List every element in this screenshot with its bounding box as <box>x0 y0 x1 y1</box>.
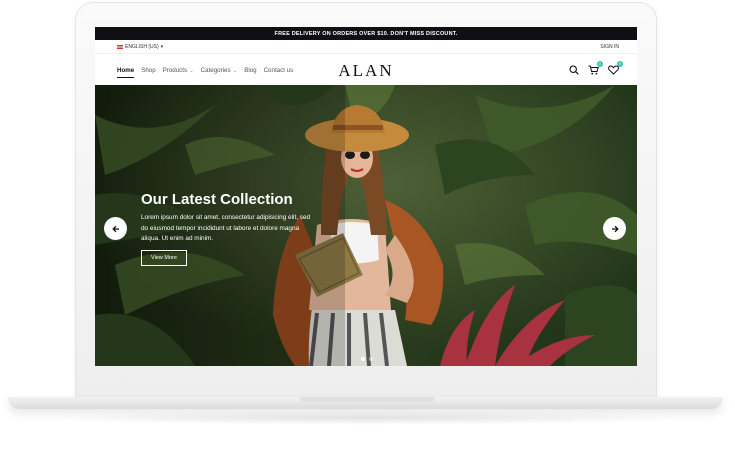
sign-in-link[interactable]: SIGN IN <box>600 44 619 50</box>
hero-description: Lorem ipsum dolor sit amet, consectetur … <box>141 214 311 242</box>
nav-products-label: Products <box>162 66 188 74</box>
laptop-shadow <box>40 411 695 425</box>
main-navbar: Home Shop Products ⌄ Categories ⌄ Blog C… <box>95 54 637 86</box>
search-icon[interactable] <box>568 65 579 76</box>
promo-text: FREE DELIVERY ON ORDERS OVER $10. DON'T … <box>274 30 458 37</box>
slider-dot[interactable] <box>369 357 373 361</box>
view-more-button[interactable]: View More <box>141 250 187 266</box>
slider-dots <box>361 357 373 361</box>
language-selector[interactable]: ENGLISH (US) ▾ <box>117 44 163 50</box>
nav-home[interactable]: Home <box>117 67 135 78</box>
nav-blog[interactable]: Blog <box>244 67 256 74</box>
slider-prev-button[interactable] <box>104 217 127 240</box>
nav-products[interactable]: Products ⌄ <box>163 67 194 74</box>
laptop-notch <box>300 397 435 402</box>
nav-categories-label: Categories <box>200 66 231 74</box>
nav-contact[interactable]: Contact us <box>264 67 294 74</box>
hero-slider: Our Latest Collection Lorem ipsum dolor … <box>95 85 637 366</box>
laptop-screen: FREE DELIVERY ON ORDERS OVER $10. DON'T … <box>95 27 637 366</box>
chevron-down-icon: ⌄ <box>188 67 194 74</box>
slider-next-button[interactable] <box>603 217 626 240</box>
top-bar: ENGLISH (US) ▾ SIGN IN <box>95 40 637 54</box>
site-logo[interactable]: ALAN <box>338 61 393 81</box>
slider-dot[interactable] <box>361 357 365 361</box>
flag-icon <box>117 44 123 49</box>
wishlist-count-badge: 0 <box>617 60 623 67</box>
chevron-down-icon: ⌄ <box>231 67 238 74</box>
arrow-left-icon <box>111 225 119 232</box>
chevron-down-icon: ▾ <box>160 43 164 50</box>
hero-title: Our Latest Collection <box>141 191 293 208</box>
nav-categories[interactable]: Categories ⌄ <box>201 67 238 74</box>
nav-links: Home Shop Products ⌄ Categories ⌄ Blog C… <box>117 67 294 78</box>
heart-icon[interactable]: 0 <box>608 60 623 76</box>
cart-count-badge: 0 <box>597 60 603 67</box>
promo-bar: FREE DELIVERY ON ORDERS OVER $10. DON'T … <box>95 27 637 40</box>
nav-icons: 0 0 <box>568 60 623 76</box>
arrow-right-icon <box>611 225 619 232</box>
cart-icon[interactable]: 0 <box>588 60 603 76</box>
nav-shop[interactable]: Shop <box>141 67 155 74</box>
language-label: ENGLISH (US) <box>125 43 159 50</box>
